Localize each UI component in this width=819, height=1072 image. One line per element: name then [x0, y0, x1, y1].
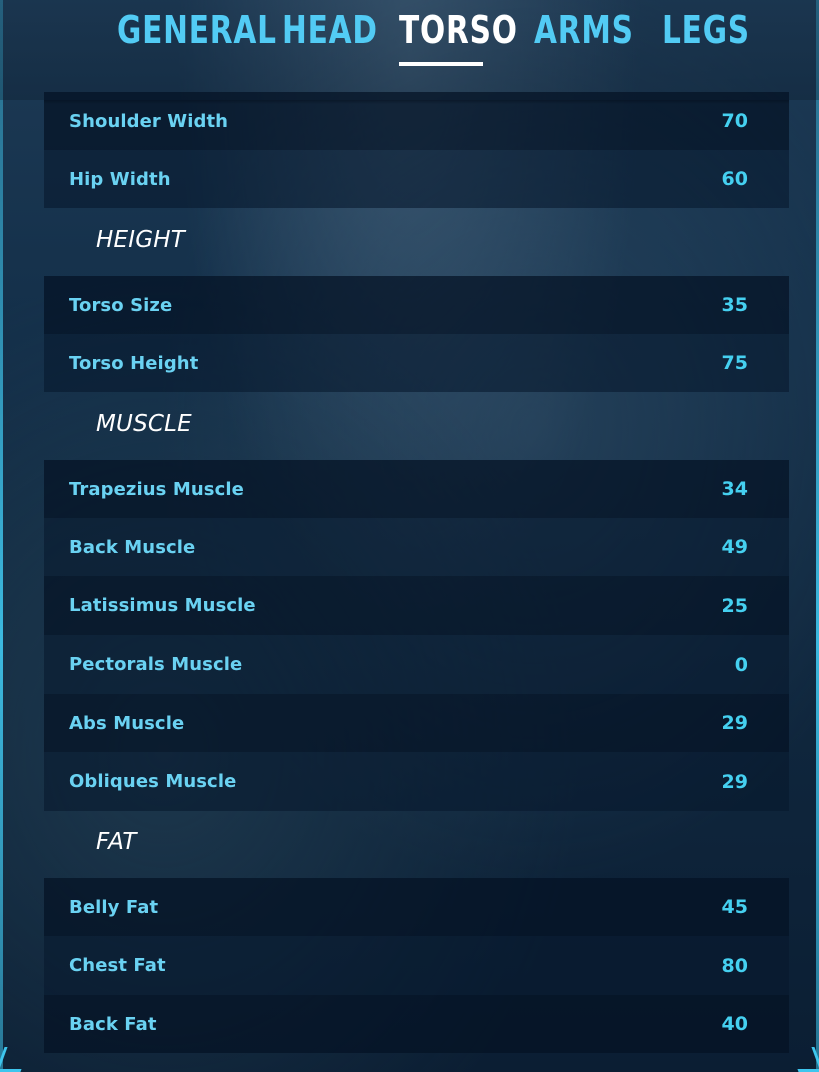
row-label: Torso Height: [69, 352, 199, 374]
list-item-back-muscle[interactable]: Back Muscle 49: [44, 518, 789, 576]
list-item-trapezius-muscle[interactable]: Trapezius Muscle 34: [44, 460, 789, 518]
row-value: 70: [721, 110, 748, 132]
tab-head[interactable]: HEAD: [282, 6, 378, 54]
list-item-abs-muscle[interactable]: Abs Muscle 29: [44, 694, 789, 752]
tab-arms[interactable]: ARMS: [534, 6, 634, 54]
row-value: 34: [721, 478, 748, 500]
list-item-torso-height[interactable]: Torso Height 75: [44, 334, 789, 392]
row-label: Shoulder Width: [69, 110, 229, 132]
row-label: Belly Fat: [69, 896, 159, 918]
frame-border-left: [0, 0, 3, 1072]
row-label: Trapezius Muscle: [69, 478, 244, 500]
row-label: Obliques Muscle: [69, 771, 237, 792]
row-value: 25: [721, 594, 748, 617]
row-value: 45: [721, 896, 748, 918]
frame-corner-bottom-right: [789, 1047, 819, 1072]
row-value: 75: [721, 352, 748, 374]
row-label: Torso Size: [69, 294, 173, 316]
list-item-back-fat[interactable]: Back Fat 40: [44, 995, 789, 1053]
row-label: Back Muscle: [69, 536, 196, 558]
list-item-latissimus-muscle[interactable]: Latissimus Muscle 25: [44, 576, 789, 635]
row-label: Abs Muscle: [69, 712, 185, 734]
list-item-shoulder-width[interactable]: Shoulder Width 70: [44, 92, 789, 150]
list-item-belly-fat[interactable]: Belly Fat 45: [44, 878, 789, 936]
row-label: Pectorals Muscle: [69, 654, 243, 675]
section-header-fat: FAT: [96, 829, 137, 855]
row-label: Chest Fat: [69, 955, 166, 976]
section-header-muscle: MUSCLE: [96, 411, 192, 437]
list-item-torso-size[interactable]: Torso Size 35: [44, 276, 789, 334]
row-value: 29: [721, 712, 748, 734]
tab-legs[interactable]: LEGS: [662, 6, 750, 54]
active-tab-indicator: [399, 62, 483, 66]
row-value: 80: [721, 954, 748, 977]
row-value: 40: [721, 1013, 748, 1035]
row-value: 49: [721, 536, 748, 558]
list-item-obliques-muscle[interactable]: Obliques Muscle 29: [44, 752, 789, 811]
tab-torso[interactable]: TORSO: [399, 6, 518, 54]
list-item-pectorals-muscle[interactable]: Pectorals Muscle 0: [44, 635, 789, 694]
frame-corner-bottom-left: [0, 1047, 30, 1072]
row-value: 35: [721, 294, 748, 316]
row-value: 0: [734, 653, 748, 676]
tab-general[interactable]: GENERAL: [117, 6, 277, 54]
tab-bar: GENERAL HEAD TORSO ARMS LEGS: [0, 0, 819, 100]
list-item-chest-fat[interactable]: Chest Fat 80: [44, 936, 789, 995]
section-header-height: HEIGHT: [96, 227, 185, 253]
list-item-hip-width[interactable]: Hip Width 60: [44, 150, 789, 208]
row-value: 60: [721, 168, 748, 190]
row-value: 29: [721, 770, 748, 793]
row-label: Latissimus Muscle: [69, 595, 256, 616]
row-label: Back Fat: [69, 1013, 157, 1035]
row-label: Hip Width: [69, 168, 171, 190]
